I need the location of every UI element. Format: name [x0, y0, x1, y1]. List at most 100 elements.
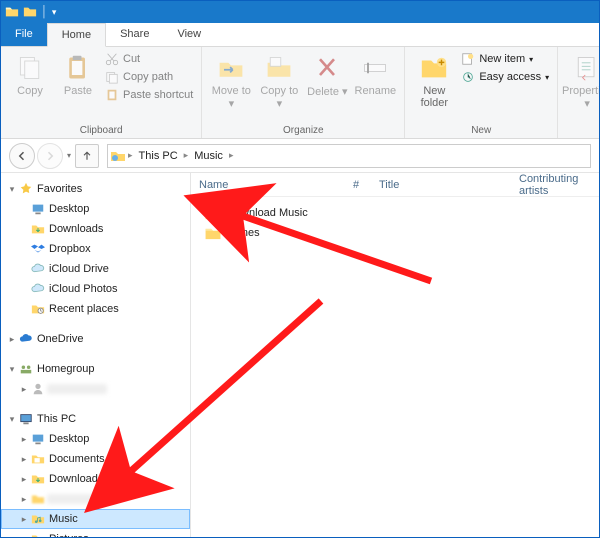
address-bar[interactable]: ▸ This PC ▸ Music ▸	[107, 144, 591, 168]
homegroup-icon	[19, 362, 33, 376]
title-bar: │ ▾	[1, 1, 599, 23]
dropbox-icon	[31, 242, 45, 256]
tree-this-pc[interactable]: ▾This PC	[1, 409, 190, 429]
tree-item-desktop[interactable]: Desktop	[1, 199, 190, 219]
new-group-label: New	[471, 123, 491, 136]
documents-icon	[31, 452, 45, 466]
col-name[interactable]: Name	[191, 179, 341, 191]
expand-icon[interactable]: ▸	[19, 384, 29, 395]
cloud-icon	[31, 282, 45, 296]
move-to-icon	[217, 53, 245, 83]
recent-locations-dropdown[interactable]: ▾	[65, 151, 73, 160]
move-to-label: Move to ▾	[208, 85, 254, 110]
col-artists[interactable]: Contributing artists	[511, 173, 599, 197]
ribbon-tabs: File Home Share View	[1, 23, 599, 47]
copy-label: Copy	[17, 85, 43, 97]
chevron-right-icon[interactable]: ▸	[126, 150, 135, 161]
col-title[interactable]: Title	[371, 179, 511, 191]
downloads-icon	[31, 472, 45, 486]
tree-item-hidden[interactable]: ▸	[1, 489, 190, 509]
star-icon	[19, 182, 33, 196]
music-folder-icon	[31, 512, 45, 526]
paste-button[interactable]: Paste	[55, 51, 101, 99]
move-to-button[interactable]: Move to ▾	[208, 51, 254, 112]
expand-icon[interactable]: ▸	[7, 334, 17, 345]
tree-item-icloud-drive[interactable]: iCloud Drive	[1, 259, 190, 279]
downloads-icon	[31, 222, 45, 236]
user-icon	[31, 382, 45, 396]
chevron-down-icon: ▾	[545, 73, 549, 82]
paste-shortcut-icon	[105, 88, 119, 102]
file-name: iTunes	[227, 227, 260, 239]
tree-item-desktop[interactable]: ▸Desktop	[1, 429, 190, 449]
rename-button[interactable]: Rename	[352, 51, 398, 99]
tab-home[interactable]: Home	[47, 23, 106, 47]
tree-item-icloud-photos[interactable]: iCloud Photos	[1, 279, 190, 299]
tree-item-homegroup-user[interactable]: ▸	[1, 379, 190, 399]
easy-access-button[interactable]: Easy access ▾	[459, 69, 551, 85]
chevron-right-icon[interactable]: ▸	[182, 150, 191, 161]
tree-item-downloads[interactable]: ▸Downloads	[1, 469, 190, 489]
expand-icon[interactable]: ▸	[19, 454, 29, 465]
collapse-icon[interactable]: ▾	[7, 414, 17, 425]
paste-icon	[64, 53, 92, 83]
recent-icon	[31, 302, 45, 316]
expand-icon[interactable]: ▸	[19, 434, 29, 445]
breadcrumb-this-pc[interactable]: This PC	[135, 150, 182, 162]
copy-path-button[interactable]: Copy path	[103, 69, 195, 85]
new-folder-button[interactable]: Newfolder	[411, 51, 457, 111]
forward-button[interactable]	[37, 143, 63, 169]
tab-share[interactable]: Share	[106, 22, 163, 46]
cut-button[interactable]: Cut	[103, 51, 195, 67]
tree-item-music[interactable]: ▸Music	[1, 509, 190, 529]
list-item[interactable]: Download Music	[199, 203, 591, 223]
chevron-down-icon: ▾	[529, 55, 533, 64]
paste-shortcut-button[interactable]: Paste shortcut	[103, 87, 195, 103]
properties-label: Properties▾	[562, 85, 599, 110]
new-folder-icon	[419, 53, 449, 83]
arrow-up-icon	[81, 150, 93, 162]
breadcrumb-music[interactable]: Music	[190, 150, 227, 162]
delete-button[interactable]: Delete ▾	[304, 51, 350, 100]
blurred-label	[47, 494, 117, 504]
new-item-button[interactable]: New item ▾	[459, 51, 551, 67]
qat-dropdown-icon[interactable]: ▾	[52, 7, 57, 18]
copy-to-icon	[265, 53, 293, 83]
navigation-tree: ▾Favorites Desktop Downloads Dropbox iCl…	[1, 173, 191, 537]
new-item-icon	[461, 52, 475, 66]
copy-path-icon	[105, 70, 119, 84]
tree-favorites[interactable]: ▾Favorites	[1, 179, 190, 199]
folder-icon	[205, 227, 221, 240]
tree-item-pictures[interactable]: ▸Pictures	[1, 529, 190, 537]
tab-file[interactable]: File	[1, 22, 47, 46]
tree-item-documents[interactable]: ▸Documents	[1, 449, 190, 469]
group-organize: Move to ▾ Copy to ▾ Delete ▾ Rename Orga…	[202, 47, 405, 138]
cloud-icon	[31, 262, 45, 276]
expand-icon[interactable]: ▸	[19, 534, 29, 538]
expand-icon[interactable]: ▸	[19, 514, 29, 525]
tree-item-downloads[interactable]: Downloads	[1, 219, 190, 239]
tab-view[interactable]: View	[163, 22, 215, 46]
tree-onedrive[interactable]: ▸OneDrive	[1, 329, 190, 349]
tree-homegroup[interactable]: ▾Homegroup	[1, 359, 190, 379]
desktop-icon	[31, 432, 45, 446]
file-name: Download Music	[227, 207, 308, 219]
cut-icon	[105, 52, 119, 66]
expand-icon[interactable]: ▸	[19, 474, 29, 485]
tree-item-dropbox[interactable]: Dropbox	[1, 239, 190, 259]
collapse-icon[interactable]: ▾	[7, 364, 17, 375]
chevron-right-icon[interactable]: ▸	[227, 150, 236, 161]
col-number[interactable]: #	[341, 179, 371, 191]
copy-button[interactable]: Copy	[7, 51, 53, 99]
properties-button[interactable]: Properties▾	[564, 51, 599, 112]
desktop-icon	[31, 202, 45, 216]
tree-item-recent-places[interactable]: Recent places	[1, 299, 190, 319]
expand-icon[interactable]: ▸	[19, 494, 29, 505]
arrow-right-icon	[44, 150, 56, 162]
list-item[interactable]: iTunes	[199, 223, 591, 243]
collapse-icon[interactable]: ▾	[7, 184, 17, 195]
back-button[interactable]	[9, 143, 35, 169]
up-button[interactable]	[75, 144, 99, 168]
copy-to-button[interactable]: Copy to ▾	[256, 51, 302, 112]
cloud-icon	[19, 332, 33, 346]
